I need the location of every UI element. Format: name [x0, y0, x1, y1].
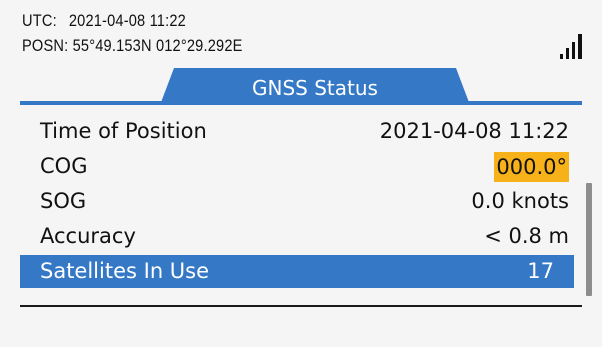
row-value: 17	[527, 259, 554, 283]
utc-time: UTC: 2021-04-08 11:22	[22, 11, 186, 31]
scrollbar[interactable]	[586, 183, 592, 296]
tab-gnss-status[interactable]: GNSS Status	[175, 74, 455, 102]
row-label: Time of Position	[40, 119, 207, 143]
row-value: < 0.8 m	[484, 224, 569, 248]
position: POSN: 55°49.153N 012°29.292E	[22, 36, 243, 56]
row-label: SOG	[40, 189, 87, 213]
utc-label: UTC:	[22, 11, 57, 30]
utc-value: 2021-04-08 11:22	[68, 11, 186, 30]
row-label: Accuracy	[40, 224, 136, 248]
posn-value: 55°49.153N 012°29.292E	[72, 36, 243, 55]
row-value: 2021-04-08 11:22	[379, 119, 569, 143]
list-item-time-of-position[interactable]: Time of Position 2021-04-08 11:22	[20, 115, 592, 148]
list-item-accuracy[interactable]: Accuracy < 0.8 m	[20, 220, 592, 253]
tab-rail	[20, 101, 582, 105]
posn-label: POSN:	[22, 36, 69, 55]
list-item-cog[interactable]: COG 000.0°	[20, 150, 592, 183]
signal-strength-icon	[560, 34, 582, 59]
list-item-satellites-in-use[interactable]: Satellites In Use 17	[20, 255, 574, 288]
row-label: COG	[40, 154, 88, 178]
list-item-sog[interactable]: SOG 0.0 knots	[20, 185, 592, 218]
gnss-status-list: Time of Position 2021-04-08 11:22 COG 00…	[20, 115, 592, 290]
cog-value-highlighted: 000.0°	[494, 152, 569, 182]
bottom-divider	[20, 305, 582, 307]
row-value: 0.0 knots	[471, 189, 569, 213]
row-label: Satellites In Use	[40, 259, 210, 283]
